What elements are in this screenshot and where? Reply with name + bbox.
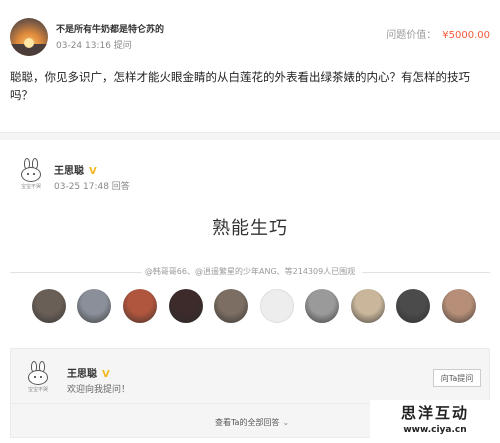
- viewers-bar: @韩哥哥66、@逍遥繁星的少年ANG、等214309人已围观: [0, 265, 500, 279]
- asker-name[interactable]: 不是所有牛奶都是特仑苏的: [56, 22, 164, 35]
- bunny-eye-left: [34, 376, 36, 378]
- avatar-tag: 宝宝不哭: [20, 184, 41, 190]
- card-welcome: 欢迎向我提问！: [67, 385, 131, 395]
- answerer-card: 宝宝不哭 王思聪 V 欢迎向我提问！ 向Ta提问: [10, 348, 490, 404]
- question-time: 03-24 13:16 提问: [56, 41, 132, 51]
- bunny-face: [28, 370, 48, 385]
- viewer-avatar-6[interactable]: [260, 289, 294, 323]
- price-value: ¥5000.00: [442, 30, 490, 41]
- answer-content: 熟能生巧: [212, 218, 288, 239]
- viewer-avatar-7[interactable]: [305, 289, 339, 323]
- viewer-avatar-1[interactable]: [32, 289, 66, 323]
- viewer-avatar-5[interactable]: [214, 289, 248, 323]
- bunny-eye-right: [33, 173, 35, 175]
- viewer-avatar-10[interactable]: [442, 289, 476, 323]
- answer-time: 03-25 17:48 回答: [54, 182, 130, 192]
- all-answers-text[interactable]: 查看Ta的全部回答: [215, 418, 279, 427]
- watermark-url: www.ciya.cn: [403, 425, 467, 435]
- all-answers-link[interactable]: 查看Ta的全部回答 ⌄: [215, 417, 289, 428]
- price-label: 问题价值：: [386, 30, 437, 41]
- bunny-eye-left: [27, 173, 29, 175]
- site-watermark: 思洋互动 www.ciya.cn: [370, 400, 500, 443]
- viewer-avatar-9[interactable]: [396, 289, 430, 323]
- chevron-down-icon: ⌄: [282, 418, 290, 427]
- question-header: 不是所有牛奶都是特仑苏的 03-24 13:16 提问 问题价值： ¥5000.0…: [0, 0, 500, 62]
- answerer-avatar[interactable]: 宝宝不哭: [16, 158, 46, 190]
- viewer-avatar-3[interactable]: [123, 289, 157, 323]
- viewer-avatar-8[interactable]: [351, 289, 385, 323]
- answerer-name-text[interactable]: 王思聪: [54, 166, 84, 177]
- viewer-avatars: [0, 289, 500, 325]
- card-avatar[interactable]: 宝宝不哭: [23, 361, 53, 393]
- bunny-face: [21, 167, 41, 182]
- viewer-avatar-4[interactable]: [169, 289, 203, 323]
- question-price: 问题价值： ¥5000.00: [386, 26, 490, 41]
- card-name-text[interactable]: 王思聪: [67, 369, 97, 380]
- question-text: 聪聪，你见多识广，怎样才能火眼金睛的从白莲花的外表看出绿茶婊的内心？有怎样的技巧…: [10, 70, 470, 102]
- avatar-tag: 宝宝不哭: [27, 387, 48, 393]
- verified-v-icon: V: [102, 369, 110, 380]
- section-divider: [0, 132, 500, 140]
- asker-avatar[interactable]: [10, 18, 48, 56]
- card-name[interactable]: 王思聪 V: [67, 365, 110, 380]
- avatar-sun: [24, 38, 34, 48]
- ask-button[interactable]: 向Ta提问: [433, 369, 481, 387]
- verified-v-icon: V: [89, 166, 97, 177]
- watermark-cn: 思洋互动: [400, 404, 469, 422]
- answer-header: 宝宝不哭 王思聪 V 03-25 17:48 回答: [0, 148, 500, 198]
- viewer-avatar-2[interactable]: [77, 289, 111, 323]
- bunny-eye-right: [40, 376, 42, 378]
- viewers-text[interactable]: @韩哥哥66、@逍遥繁星的少年ANG、等214309人已围观: [0, 266, 500, 277]
- answerer-name[interactable]: 王思聪 V: [54, 162, 97, 177]
